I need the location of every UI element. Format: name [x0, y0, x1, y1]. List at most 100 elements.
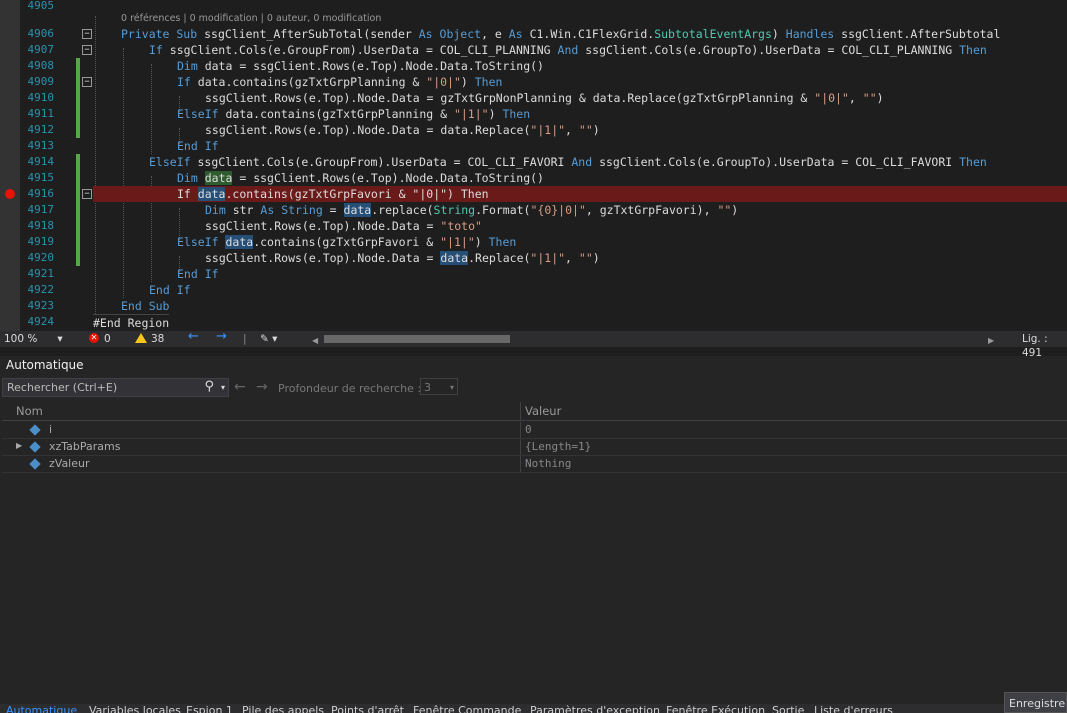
tab-exception-settings[interactable]: Paramètres d'exception	[530, 704, 660, 713]
code-text[interactable]: Dim data = ssgClient.Rows(e.Top).Node.Da…	[177, 58, 544, 74]
collapse-icon[interactable]: −	[82, 77, 92, 87]
code-text[interactable]: Private Sub ssgClient_AfterSubTotal(send…	[121, 26, 1000, 42]
separator: |	[243, 333, 247, 345]
code-text[interactable]: ssgClient.Rows(e.Top).Node.Data = data.R…	[205, 250, 600, 266]
code-text[interactable]: ssgClient.Rows(e.Top).Node.Data = "toto"	[205, 218, 482, 234]
brush-icon[interactable]: ✎ ▾	[260, 332, 277, 346]
code-text[interactable]: ssgClient.Rows(e.Top).Node.Data = data.R…	[205, 122, 600, 138]
search-icon[interactable]: ⚲	[204, 378, 214, 395]
chevron-down-icon[interactable]: ▾	[221, 379, 225, 396]
zoom-dropdown[interactable]: 100 % ▾	[4, 332, 63, 346]
tab-watch-1[interactable]: Espion 1	[186, 704, 233, 713]
variable-name: i	[49, 423, 53, 436]
code-line[interactable]: 4923 End Sub	[0, 298, 1067, 314]
navigate-back-icon[interactable]: ←	[188, 330, 199, 344]
collapse-icon[interactable]: −	[82, 189, 92, 199]
search-next-icon[interactable]: →	[256, 379, 268, 395]
code-text[interactable]: If data.contains(gzTxtGrpFavori & "|0|")…	[93, 186, 1067, 202]
code-text[interactable]: ssgClient.Rows(e.Top).Node.Data = gzTxtG…	[205, 90, 884, 106]
code-line[interactable]: 4906 − Private Sub ssgClient_AfterSubTot…	[0, 26, 1067, 42]
tab-breakpoints[interactable]: Points d'arrêt	[331, 704, 404, 713]
variable-value[interactable]: 0	[525, 423, 532, 436]
horizontal-scrollbar-thumb[interactable]	[324, 335, 510, 343]
line-number: 4922	[27, 283, 55, 296]
code-line[interactable]: 4910 ssgClient.Rows(e.Top).Node.Data = g…	[0, 90, 1067, 106]
code-line[interactable]: 4919 ElseIf data.contains(gzTxtGrpFavori…	[0, 234, 1067, 250]
save-button[interactable]: Enregistrer	[1004, 692, 1067, 713]
error-count[interactable]: 0	[104, 332, 111, 346]
code-text[interactable]: End Sub	[121, 298, 169, 314]
change-marker	[76, 58, 80, 74]
column-header-value[interactable]: Valeur	[525, 404, 561, 418]
code-text[interactable]: If data.contains(gzTxtGrpPlanning & "|0|…	[177, 74, 502, 90]
scroll-left-icon[interactable]: ◀	[312, 334, 318, 348]
line-number: 4916	[27, 187, 55, 200]
editor-status-bar: 100 % ▾ ✕ 0 38 ← → | ✎ ▾ ◀ ▶ Lig. : 491	[0, 330, 1067, 359]
tab-immediate-window[interactable]: Fenêtre Exécution	[666, 704, 765, 713]
search-depth-dropdown[interactable]: 3 ▾	[420, 378, 458, 395]
error-icon[interactable]: ✕	[89, 333, 99, 343]
warning-icon[interactable]	[135, 333, 147, 343]
tab-error-list[interactable]: Liste d'erreurs	[814, 704, 893, 713]
code-line[interactable]: 4913 End If	[0, 138, 1067, 154]
search-previous-icon[interactable]: ←	[234, 379, 246, 395]
tab-command-window[interactable]: Fenêtre Commande	[413, 704, 521, 713]
code-line[interactable]: 4917 Dim str As String = data.replace(St…	[0, 202, 1067, 218]
scroll-right-icon[interactable]: ▶	[988, 334, 994, 348]
code-text[interactable]: #End Region	[93, 314, 170, 331]
code-text[interactable]: End If	[149, 282, 191, 298]
codelens-info[interactable]: 0 références | 0 modification | 0 auteur…	[121, 13, 381, 24]
code-line[interactable]: 4914 ElseIf ssgClient.Cols(e.GroupFrom).…	[0, 154, 1067, 170]
code-text[interactable]: End If	[177, 138, 219, 154]
collapse-icon[interactable]: −	[82, 29, 92, 39]
code-line[interactable]: 4921 End If	[0, 266, 1067, 282]
line-number: 4918	[27, 219, 55, 232]
highlighted-reference: data	[225, 235, 254, 249]
search-input[interactable]: Rechercher (Ctrl+E) ⚲ ▾	[2, 378, 229, 397]
change-marker	[76, 122, 80, 138]
code-line[interactable]: 4905	[0, 0, 1067, 14]
line-number: 4915	[27, 171, 55, 184]
code-line[interactable]: 4924 #End Region	[0, 314, 1067, 330]
variable-row[interactable]: i 0	[2, 422, 1067, 439]
collapse-icon[interactable]: −	[82, 45, 92, 55]
expand-arrow-icon[interactable]: ▶	[16, 441, 22, 450]
code-line-breakpoint[interactable]: 4916 − If data.contains(gzTxtGrpFavori &…	[0, 186, 1067, 202]
tab-locals[interactable]: Variables locales	[89, 704, 181, 713]
variable-row[interactable]: ▶ xzTabParams {Length=1}	[2, 439, 1067, 456]
column-resizer[interactable]	[520, 402, 521, 420]
code-line[interactable]: 4912 ssgClient.Rows(e.Top).Node.Data = d…	[0, 122, 1067, 138]
code-text[interactable]: If ssgClient.Cols(e.GroupFrom).UserData …	[149, 42, 987, 58]
warning-count[interactable]: 38	[151, 332, 164, 346]
code-editor[interactable]: 4905 0 références | 0 modification | 0 a…	[0, 0, 1067, 331]
code-text[interactable]: ElseIf data.contains(gzTxtGrpFavori & "|…	[177, 234, 516, 250]
code-line[interactable]: 4908 Dim data = ssgClient.Rows(e.Top).No…	[0, 58, 1067, 74]
tab-output[interactable]: Sortie	[772, 704, 804, 713]
code-line[interactable]: 4909 − If data.contains(gzTxtGrpPlanning…	[0, 74, 1067, 90]
column-header-name[interactable]: Nom	[16, 404, 43, 418]
code-text[interactable]: ElseIf data.contains(gzTxtGrpPlanning & …	[177, 106, 530, 122]
code-line[interactable]: 4915 Dim data = ssgClient.Rows(e.Top).No…	[0, 170, 1067, 186]
variable-value[interactable]: {Length=1}	[525, 440, 591, 453]
navigate-forward-icon[interactable]: →	[216, 330, 227, 344]
code-line[interactable]: 4920 ssgClient.Rows(e.Top).Node.Data = d…	[0, 250, 1067, 266]
breakpoint-icon[interactable]	[5, 189, 15, 199]
tab-call-stack[interactable]: Pile des appels	[242, 704, 324, 713]
highlighted-reference: data	[343, 203, 372, 217]
variable-value[interactable]: Nothing	[525, 457, 571, 470]
code-line[interactable]: 4922 End If	[0, 282, 1067, 298]
code-text[interactable]: Dim data = ssgClient.Rows(e.Top).Node.Da…	[177, 170, 544, 186]
code-line[interactable]: 4918 ssgClient.Rows(e.Top).Node.Data = "…	[0, 218, 1067, 234]
code-line[interactable]: 4911 ElseIf data.contains(gzTxtGrpPlanni…	[0, 106, 1067, 122]
code-text[interactable]: End If	[177, 266, 219, 282]
panel-title: Automatique	[6, 358, 84, 372]
code-text[interactable]: Dim str As String = data.replace(String.…	[205, 202, 738, 218]
variable-row[interactable]: zValeur Nothing	[2, 456, 1067, 473]
code-line[interactable]: 4907 − If ssgClient.Cols(e.GroupFrom).Us…	[0, 42, 1067, 58]
change-marker	[76, 106, 80, 122]
variable-icon	[29, 441, 41, 453]
tab-autos[interactable]: Automatique	[6, 704, 77, 713]
code-text[interactable]: ElseIf ssgClient.Cols(e.GroupFrom).UserD…	[149, 154, 987, 170]
change-marker	[76, 218, 80, 234]
chevron-down-icon: ▾	[57, 333, 63, 345]
